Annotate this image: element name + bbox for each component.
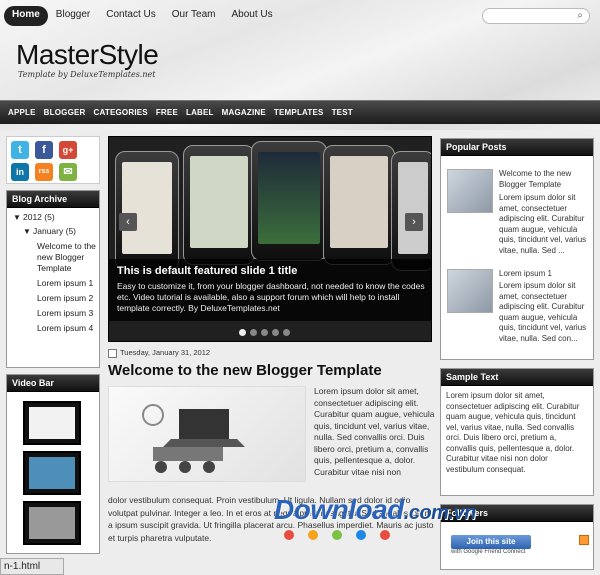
search-input[interactable] <box>489 9 577 23</box>
slider-dot[interactable] <box>283 329 290 336</box>
video-thumbnail[interactable] <box>23 451 81 495</box>
cat-free[interactable]: FREE <box>152 108 182 117</box>
slider-dot[interactable] <box>272 329 279 336</box>
cat-templates[interactable]: TEMPLATES <box>270 108 328 117</box>
post-date: Tuesday, January 31, 2012 <box>108 348 432 360</box>
popular-posts-widget: Popular Posts Welcome to the new Blogger… <box>440 138 594 360</box>
post-image[interactable] <box>108 386 306 482</box>
slide-caption: This is default featured slide 1 title E… <box>109 259 431 321</box>
widget-title: Blog Archive <box>7 191 99 208</box>
widget-title: Sample Text <box>441 369 593 386</box>
video-thumbnail[interactable] <box>23 501 81 545</box>
cat-label[interactable]: LABEL <box>182 108 218 117</box>
post-excerpt: Lorem ipsum dolor sit amet, consectetuer… <box>314 386 435 477</box>
calendar-icon <box>108 348 117 358</box>
cat-blogger[interactable]: BLOGGER <box>40 108 90 117</box>
linkedin-icon[interactable]: in <box>11 163 29 181</box>
archive-month[interactable]: ▼ January (5) <box>13 226 99 237</box>
nav-our-team[interactable]: Our Team <box>164 6 224 26</box>
top-navigation: Home Blogger Contact Us Our Team About U… <box>4 6 281 26</box>
cat-apple[interactable]: APPLE <box>4 108 40 117</box>
slide-image <box>391 151 431 271</box>
nav-contact-us[interactable]: Contact Us <box>98 6 163 26</box>
popular-post-excerpt: Lorem ipsum dolor sit amet, consectetuer… <box>499 193 587 255</box>
download-watermark: Download.com.vn <box>274 494 476 525</box>
slide-description: Easy to customize it, from your blogger … <box>117 281 425 313</box>
facebook-icon[interactable]: f <box>35 141 53 159</box>
popular-post-title[interactable]: Lorem ipsum 1 <box>499 269 589 280</box>
slider-pagination <box>239 329 290 336</box>
nav-home[interactable]: Home <box>4 6 48 26</box>
watermark-dots <box>284 530 390 540</box>
popular-post-excerpt: Lorem ipsum dolor sit amet, consectetuer… <box>499 281 587 343</box>
slider-dot[interactable] <box>239 329 246 336</box>
gfc-caption: with Google Friend Connect <box>451 549 526 555</box>
google-plus-icon[interactable]: g+ <box>59 141 77 159</box>
popular-post-title[interactable]: Welcome to the new Blogger Template <box>499 169 589 190</box>
gfc-icon[interactable] <box>579 535 589 545</box>
archive-year[interactable]: ▼ 2012 (5) <box>13 212 99 223</box>
slider-prev-button[interactable]: ‹ <box>119 213 137 231</box>
slide-image <box>251 141 327 261</box>
rss-icon[interactable]: rss <box>35 163 53 181</box>
archive-post-link[interactable]: Lorem ipsum 1 <box>13 278 101 289</box>
cat-test[interactable]: TEST <box>328 108 357 117</box>
video-thumbnail[interactable] <box>23 401 81 445</box>
archive-post-link[interactable]: Lorem ipsum 2 <box>13 293 101 304</box>
slider-next-button[interactable]: › <box>405 213 423 231</box>
twitter-icon[interactable]: t <box>11 141 29 159</box>
site-branding: MasterStyle Template by DeluxeTemplates.… <box>16 40 159 80</box>
widget-title: Video Bar <box>7 375 99 392</box>
slide-image <box>323 145 395 265</box>
triangle-down-icon[interactable]: ▼ <box>23 226 33 237</box>
search-icon[interactable]: ⌕ <box>577 10 583 21</box>
triangle-down-icon[interactable]: ▼ <box>13 212 23 223</box>
search-box: ⌕ <box>482 8 590 24</box>
archive-post-link[interactable]: Welcome to the new Blogger Template <box>13 241 101 274</box>
slide-image <box>115 151 179 271</box>
widget-title: Popular Posts <box>441 139 593 156</box>
browser-status-bar: n-1.html <box>0 558 64 575</box>
nav-about-us[interactable]: About Us <box>223 6 280 26</box>
archive-post-link[interactable]: Lorem ipsum 3 <box>13 308 101 319</box>
sample-text-body: Lorem ipsum dolor sit amet, consectetuer… <box>446 391 580 474</box>
email-icon[interactable]: ✉ <box>59 163 77 181</box>
cat-categories[interactable]: CATEGORIES <box>90 108 152 117</box>
sample-text-widget: Sample Text Lorem ipsum dolor sit amet, … <box>440 368 594 496</box>
category-navigation: APPLE BLOGGER CATEGORIES FREE LABEL MAGA… <box>0 100 600 124</box>
slider-dot[interactable] <box>250 329 257 336</box>
slider-dot[interactable] <box>261 329 268 336</box>
post-title[interactable]: Welcome to the new Blogger Template <box>108 362 382 379</box>
slide-title[interactable]: This is default featured slide 1 title <box>117 265 425 277</box>
cat-magazine[interactable]: MAGAZINE <box>218 108 270 117</box>
social-icons-widget: t f g+ in rss ✉ <box>6 136 100 184</box>
video-bar-widget: Video Bar <box>6 374 100 554</box>
site-title[interactable]: MasterStyle <box>16 40 159 70</box>
archive-post-link[interactable]: Lorem ipsum 4 <box>13 323 101 334</box>
join-site-button[interactable]: Join this site <box>451 535 531 549</box>
site-tagline: Template by DeluxeTemplates.net <box>18 70 156 79</box>
nav-blogger[interactable]: Blogger <box>48 6 98 26</box>
slide-image <box>183 145 255 265</box>
featured-slider: ‹ › This is default featured slide 1 tit… <box>108 136 432 342</box>
blog-archive-widget: Blog Archive ▼ 2012 (5) ▼ January (5) Welc… <box>6 190 100 368</box>
